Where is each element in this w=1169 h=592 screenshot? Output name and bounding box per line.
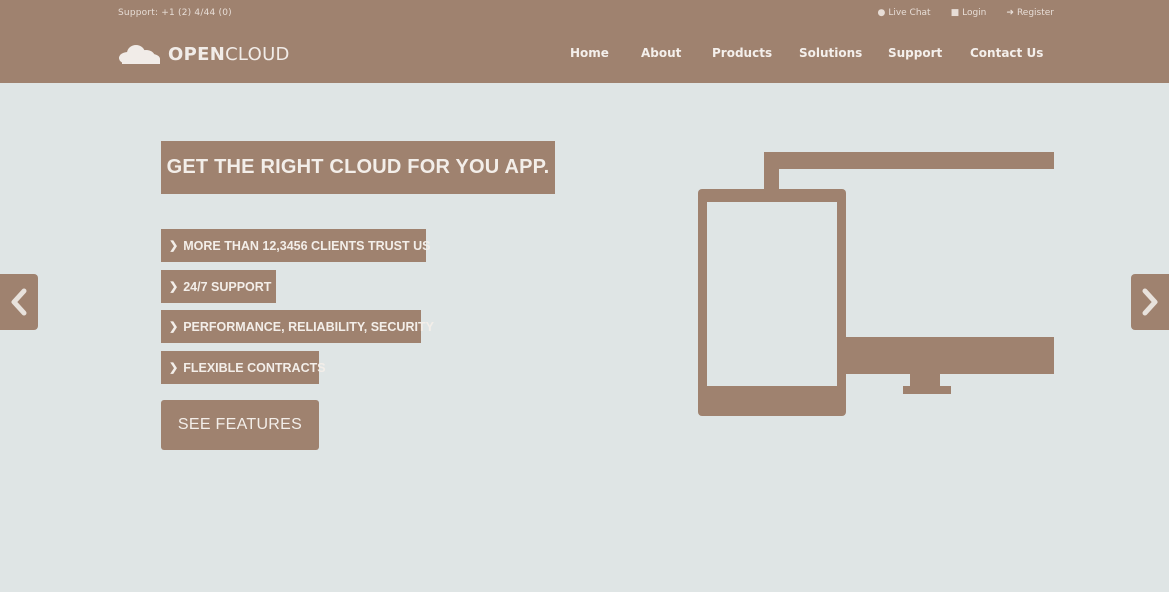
nav-solutions[interactable]: Solutions [799,46,862,60]
live-chat-label: Live Chat [888,8,931,18]
register-label: Register [1016,8,1054,18]
chevron-right-icon: ❯ [169,362,179,374]
signin-icon: ➜ [1006,8,1014,18]
lock-icon: ■ [950,8,960,18]
nav-support[interactable]: Support [888,46,942,60]
top-links: ● Live Chat ■ Login ➜ Register [877,8,1054,18]
slider-prev-button[interactable] [0,274,38,330]
feature-bullet-label: MORE THAN 12,3456 CLIENTS TRUST US [183,238,431,253]
chat-icon: ● [877,8,886,18]
login-label: Login [962,8,987,18]
nav-contact-us[interactable]: Contact Us [970,46,1043,60]
feature-bullet: ❯ 24/7 SUPPORT [161,270,276,303]
register-link[interactable]: ➜ Register [1006,8,1054,18]
chevron-right-icon: ❯ [169,281,179,293]
login-link[interactable]: ■ Login [951,8,987,18]
devices-illustration [698,152,1055,421]
feature-bullet-label: FLEXIBLE CONTRACTS [183,360,326,375]
main-nav: Home About Products Solutions Support Co… [0,46,1169,62]
nav-home[interactable]: Home [570,46,609,60]
feature-bullet: ❯ FLEXIBLE CONTRACTS [161,351,326,384]
chevron-right-icon: ❯ [169,321,179,333]
feature-bullet-label: 24/7 SUPPORT [183,279,272,294]
site-header: Support: +1 (2) 4/44 (0) ● Live Chat ■ L… [0,0,1169,83]
slider-next-button[interactable] [1131,274,1169,330]
feature-bullet-label: PERFORMANCE, RELIABILITY, SECURITY [183,319,434,334]
hero-headline: GET THE RIGHT CLOUD FOR YOU APP. [161,141,555,194]
tablet-monitor-icon [698,152,1054,416]
live-chat-link[interactable]: ● Live Chat [877,8,930,18]
chevron-left-icon [11,288,27,316]
nav-products[interactable]: Products [712,46,772,60]
see-features-button[interactable]: SEE FEATURES [161,400,319,450]
chevron-right-icon [1142,288,1158,316]
chevron-right-icon: ❯ [169,240,179,252]
nav-about[interactable]: About [641,46,681,60]
support-phone: Support: +1 (2) 4/44 (0) [118,8,232,18]
feature-bullet: ❯ MORE THAN 12,3456 CLIENTS TRUST US [161,229,430,262]
feature-bullet: ❯ PERFORMANCE, RELIABILITY, SECURITY [161,310,434,343]
